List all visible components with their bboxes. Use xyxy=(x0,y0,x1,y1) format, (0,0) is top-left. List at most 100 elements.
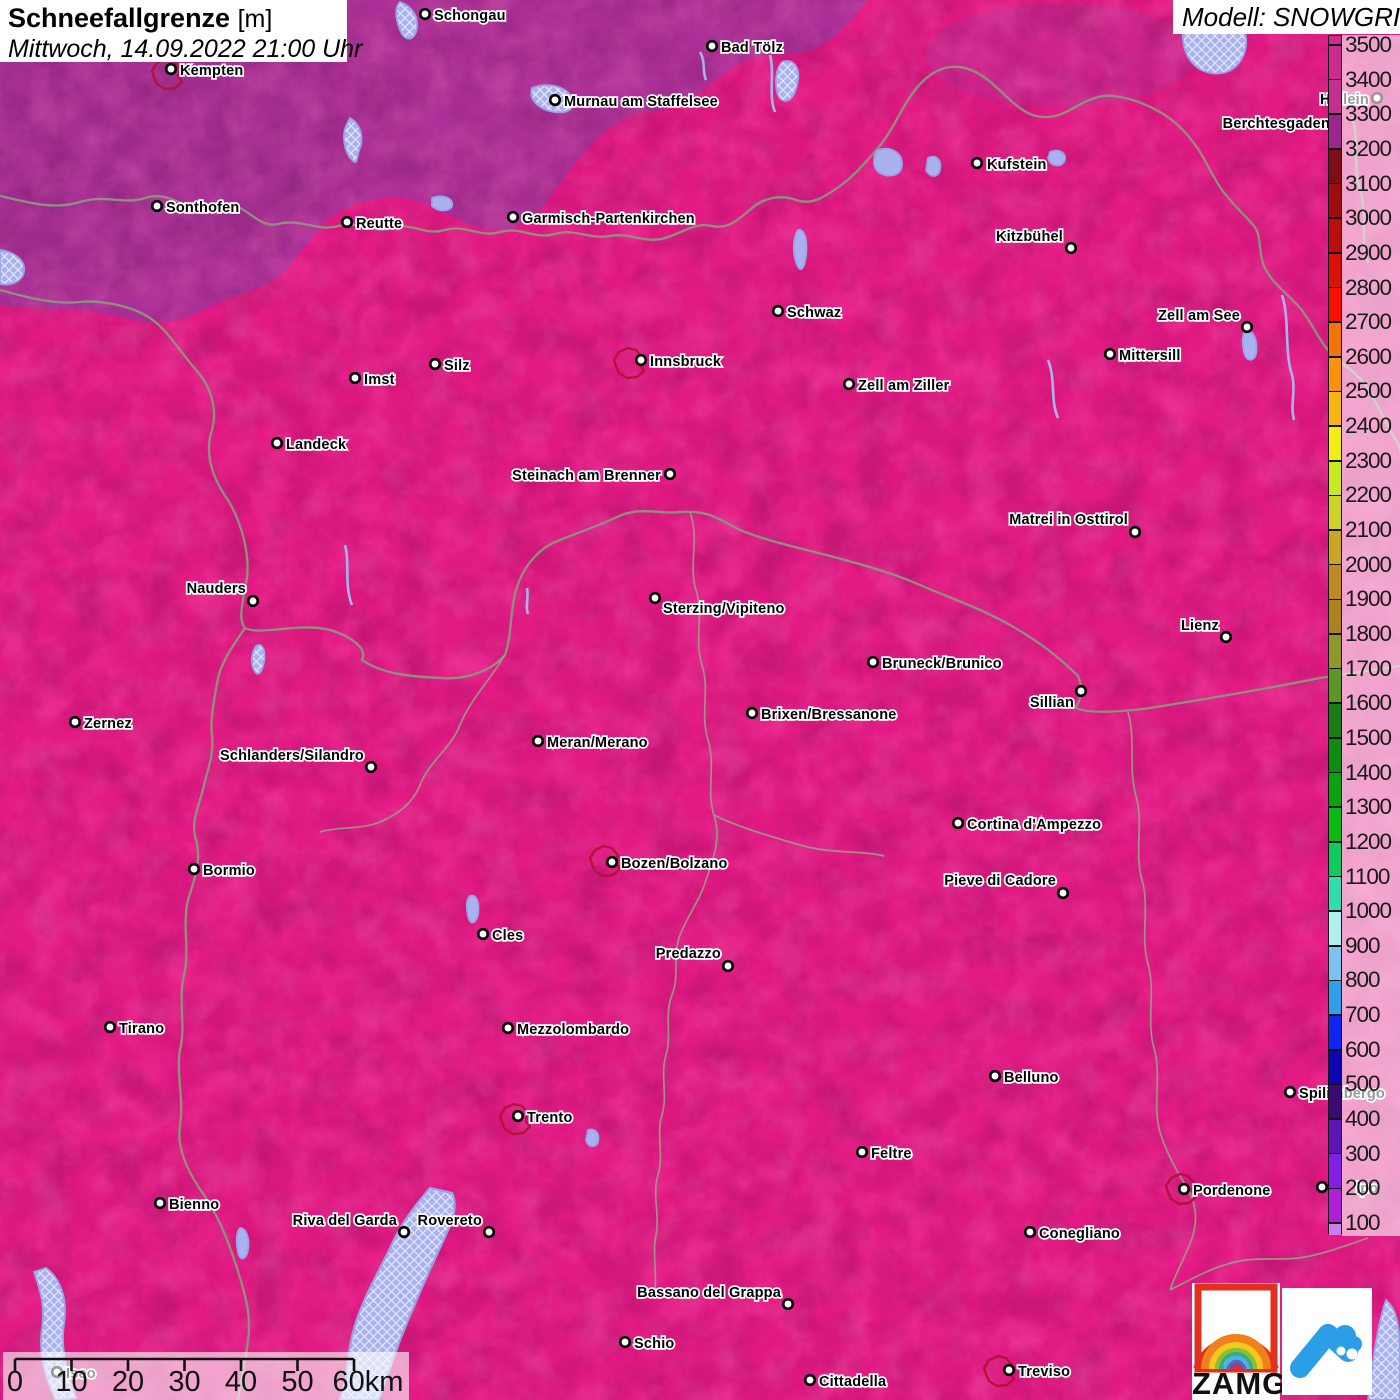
city-label: Schwaz xyxy=(787,305,841,321)
colorbar-tick xyxy=(1329,1118,1341,1120)
city-label: Kufstein xyxy=(987,157,1047,173)
city-dot xyxy=(970,156,984,170)
colorbar-band xyxy=(1329,911,1341,946)
colorbar-tick xyxy=(1329,182,1341,185)
km-scalebar: 0 10 20 30 40 50 60km xyxy=(3,1352,409,1400)
city-dot xyxy=(1064,241,1078,255)
city-label: Zell am Ziller xyxy=(858,378,950,394)
colorbar-band xyxy=(1329,980,1341,1016)
colorbar-tick-label: 3500 xyxy=(1345,32,1392,57)
colorbar-band xyxy=(1329,1188,1341,1223)
city-label: Nauders xyxy=(187,581,246,597)
colorbar-band xyxy=(1329,356,1341,392)
city-dot xyxy=(1103,347,1117,361)
colorbar xyxy=(1328,35,1342,1235)
model-box: Modell: SNOWGRID xyxy=(1173,0,1400,34)
city-label: Cortina d'Ampezzo xyxy=(967,817,1101,833)
city-dot xyxy=(855,1145,869,1159)
colorbar-tick-label: 600 xyxy=(1345,1036,1381,1062)
map-datetime: Mittwoch, 14.09.2022 21:00 Uhr xyxy=(8,35,363,63)
colorbar-tick xyxy=(1329,425,1341,427)
city-dot xyxy=(618,1335,632,1349)
city-label: Pordenone xyxy=(1193,1183,1271,1199)
colorbar-tick xyxy=(1329,78,1341,81)
colorbar-tick-label: 2600 xyxy=(1345,343,1392,369)
colorbar-band xyxy=(1329,1223,1341,1235)
colorbar-tick xyxy=(1329,286,1341,289)
city-dot xyxy=(745,706,759,720)
colorbar-band xyxy=(1329,287,1341,323)
city-label: Schlanders/Silandro xyxy=(220,748,364,764)
city-label: Trento xyxy=(527,1110,573,1126)
km-label: 20 xyxy=(111,1366,145,1398)
city-label: Brixen/Bressanone xyxy=(761,707,897,723)
city-label: Murnau am Staffelsee xyxy=(564,94,718,110)
city-dot xyxy=(68,715,82,729)
colorbar-band xyxy=(1329,564,1341,600)
colorbar-tick-label: 3400 xyxy=(1345,66,1392,92)
colorbar-band xyxy=(1329,737,1341,773)
colorbar-tick-label: 2500 xyxy=(1345,378,1392,404)
colorbar-band xyxy=(1329,634,1341,669)
city-label: Treviso xyxy=(1018,1364,1070,1380)
colorbar-tick-label: 400 xyxy=(1345,1106,1381,1132)
colorbar-tick xyxy=(1329,945,1341,947)
colorbar-tick xyxy=(1329,1014,1341,1016)
colorbar-tick-label: 3100 xyxy=(1345,170,1392,196)
colorbar-tick-label: 1700 xyxy=(1345,655,1392,681)
colorbar-tick xyxy=(1329,1152,1341,1155)
mountain-cloud-logo xyxy=(1282,1288,1372,1395)
city-dot xyxy=(246,594,260,608)
zamg-logo: ZAMG xyxy=(1192,1283,1286,1400)
colorbar-tick-label: 1900 xyxy=(1345,586,1392,612)
city-label: Mezzolombardo xyxy=(517,1022,629,1038)
city-dot xyxy=(511,1109,525,1123)
colorbar-tick xyxy=(1329,1083,1341,1086)
lake-reschensee xyxy=(250,644,266,675)
colorbar-tick-label: 200 xyxy=(1345,1175,1381,1201)
colorbar-tick xyxy=(1329,667,1341,670)
city-dot xyxy=(1074,684,1088,698)
colorbar-tick-label: 1300 xyxy=(1345,794,1392,820)
title-box: Schneefallgrenze [m] Mittwoch, 14.09.202… xyxy=(0,0,363,63)
city-label: Bienno xyxy=(169,1197,219,1213)
city-label: Predazzo xyxy=(656,946,721,962)
colorbar-band xyxy=(1329,945,1341,981)
city-dot xyxy=(418,7,432,21)
colorbar-tick-label: 2100 xyxy=(1345,517,1392,543)
colorbar-band xyxy=(1329,252,1341,288)
city-label: Berchtesgaden xyxy=(1223,116,1330,132)
city-dot xyxy=(988,1069,1002,1083)
city-label: Cittadella xyxy=(819,1374,887,1390)
city-label: Sterzing/Vipiteno xyxy=(663,601,785,617)
colorbar-tick-label: 1600 xyxy=(1345,690,1392,716)
city-label: Innsbruck xyxy=(650,354,722,370)
city-dot xyxy=(705,39,719,53)
colorbar-tick-label: 500 xyxy=(1345,1071,1381,1097)
colorbar-tick-label: 1500 xyxy=(1345,724,1392,750)
colorbar-tick xyxy=(1329,252,1341,254)
colorbar-band xyxy=(1329,703,1341,738)
city-dot xyxy=(951,816,965,830)
city-dot xyxy=(1240,320,1254,334)
lake-idro xyxy=(235,1227,250,1260)
colorbar-tick-label: 1800 xyxy=(1345,621,1392,646)
colorbar-tick xyxy=(1329,633,1341,635)
city-label: Rovereto xyxy=(418,1213,482,1229)
city-label: Pieve di Cadore xyxy=(944,873,1056,889)
colorbar-tick-label: 2300 xyxy=(1345,447,1392,473)
city-label: Zernez xyxy=(84,716,132,732)
colorbar-band xyxy=(1329,45,1341,80)
colorbar-tick xyxy=(1329,875,1341,878)
colorbar-tick xyxy=(1329,321,1341,323)
city-label: Tirano xyxy=(119,1021,164,1037)
city-label: Steinach am Brenner xyxy=(512,468,661,484)
city-dot xyxy=(1023,1225,1037,1239)
colorbar-tick-label: 100 xyxy=(1345,1210,1381,1235)
colorbar-tick-label: 2000 xyxy=(1345,551,1392,577)
colorbar-tick xyxy=(1329,529,1341,531)
colorbar-band xyxy=(1329,876,1341,912)
colorbar-band xyxy=(1329,495,1341,531)
city-label: Conegliano xyxy=(1039,1226,1120,1242)
km-label: 30 xyxy=(168,1366,201,1398)
